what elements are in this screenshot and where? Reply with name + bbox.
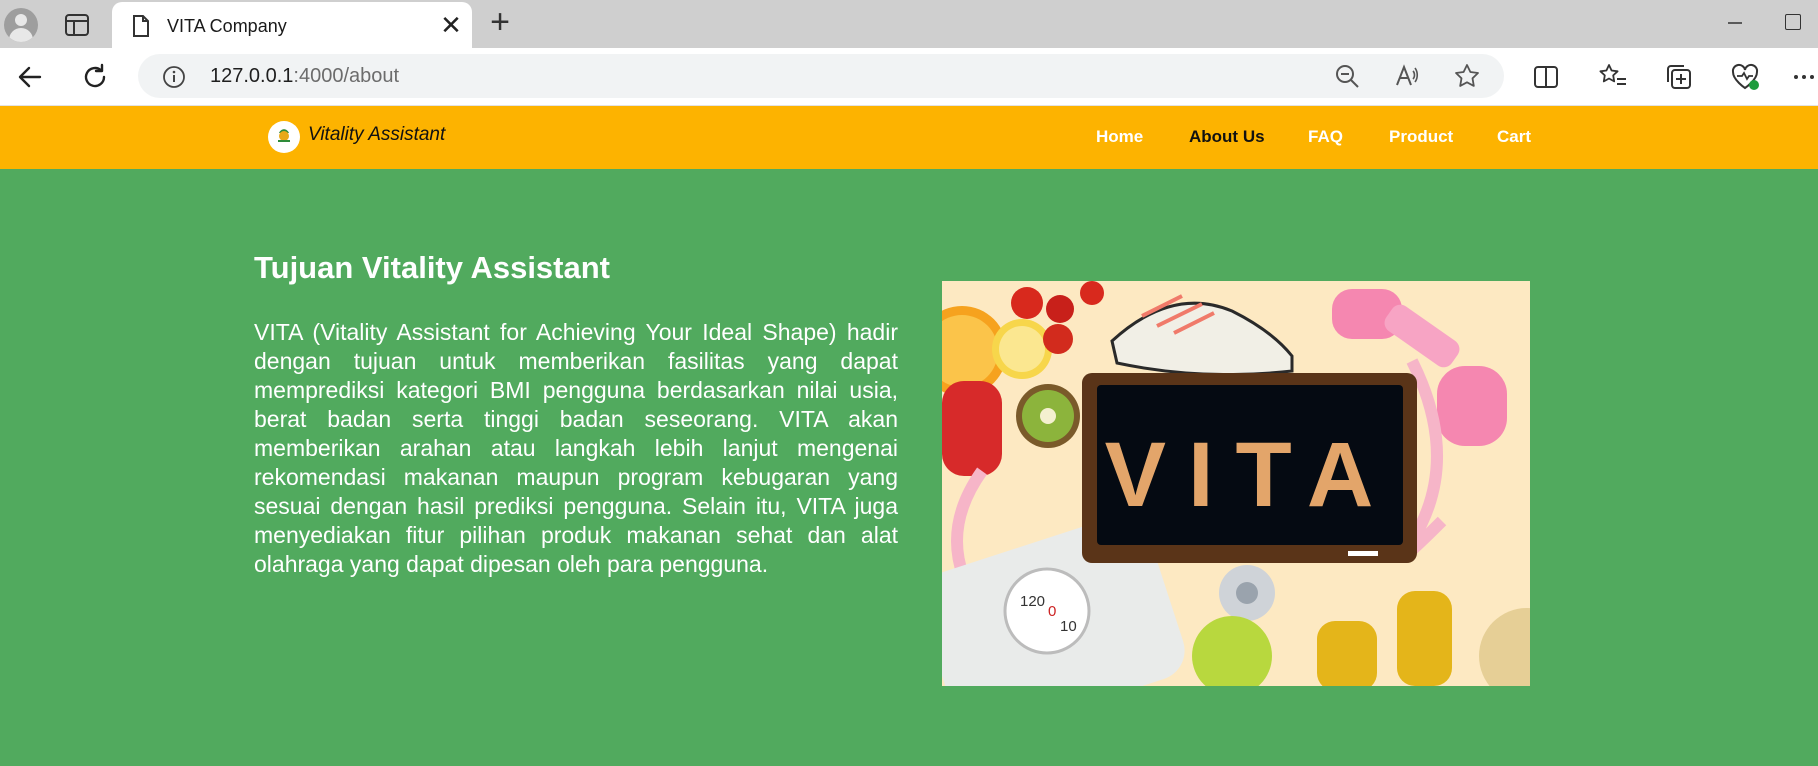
scale-number-0: 0 — [1048, 603, 1056, 620]
page-title: Tujuan Vitality Assistant — [254, 250, 611, 285]
tab-title: VITA Company — [167, 16, 287, 36]
vita-hero-image: 120 0 10 VITA — [942, 281, 1530, 686]
maximize-icon[interactable] — [1785, 14, 1801, 30]
url-path: :4000/about — [293, 65, 400, 87]
address-bar[interactable]: 127.0.0.1:4000/about — [138, 54, 1504, 98]
browser-toolbar: 127.0.0.1:4000/about — [0, 48, 1818, 106]
scale-number-120: 120 — [1020, 593, 1045, 610]
nav-product[interactable]: Product — [1389, 127, 1453, 147]
nav-cart[interactable]: Cart — [1497, 127, 1531, 147]
zoom-out-icon[interactable] — [1334, 63, 1360, 94]
split-screen-icon[interactable] — [1530, 61, 1562, 93]
brand-logo-icon[interactable] — [268, 121, 300, 153]
more-options-icon[interactable] — [1792, 61, 1818, 93]
scale-number-10: 10 — [1060, 618, 1077, 635]
favorites-list-icon[interactable] — [1597, 61, 1629, 93]
browser-essentials-icon[interactable] — [1729, 61, 1761, 93]
back-arrow-icon[interactable] — [14, 61, 46, 93]
nav-home[interactable]: Home — [1096, 127, 1143, 147]
nav-about-us[interactable]: About Us — [1189, 127, 1265, 147]
browser-tab-active[interactable]: VITA Company ✕ — [112, 2, 472, 48]
url-text[interactable]: 127.0.0.1:4000/about — [210, 65, 399, 88]
refresh-icon[interactable] — [79, 61, 111, 93]
profile-avatar-icon[interactable] — [4, 8, 38, 42]
site-info-icon[interactable] — [162, 65, 186, 94]
nav-faq[interactable]: FAQ — [1308, 127, 1343, 147]
brand-name[interactable]: Vitality Assistant — [308, 124, 445, 146]
document-icon — [130, 14, 152, 43]
site-navbar: Vitality Assistant Home About Us FAQ Pro… — [0, 106, 1818, 169]
favorite-star-icon[interactable] — [1454, 63, 1480, 94]
hero-vita-text: VITA — [1105, 424, 1396, 526]
about-paragraph: VITA (Vitality Assistant for Achieving Y… — [254, 319, 898, 577]
close-tab-icon[interactable]: ✕ — [436, 10, 466, 40]
tab-actions-icon[interactable] — [62, 12, 92, 38]
read-aloud-icon[interactable] — [1394, 63, 1420, 94]
browser-tab-bar: VITA Company ✕ + — [0, 0, 1818, 48]
collections-icon[interactable] — [1663, 61, 1695, 93]
url-host: 127.0.0.1 — [210, 65, 294, 87]
new-tab-button[interactable]: + — [484, 5, 516, 39]
minimize-icon[interactable] — [1720, 8, 1750, 38]
